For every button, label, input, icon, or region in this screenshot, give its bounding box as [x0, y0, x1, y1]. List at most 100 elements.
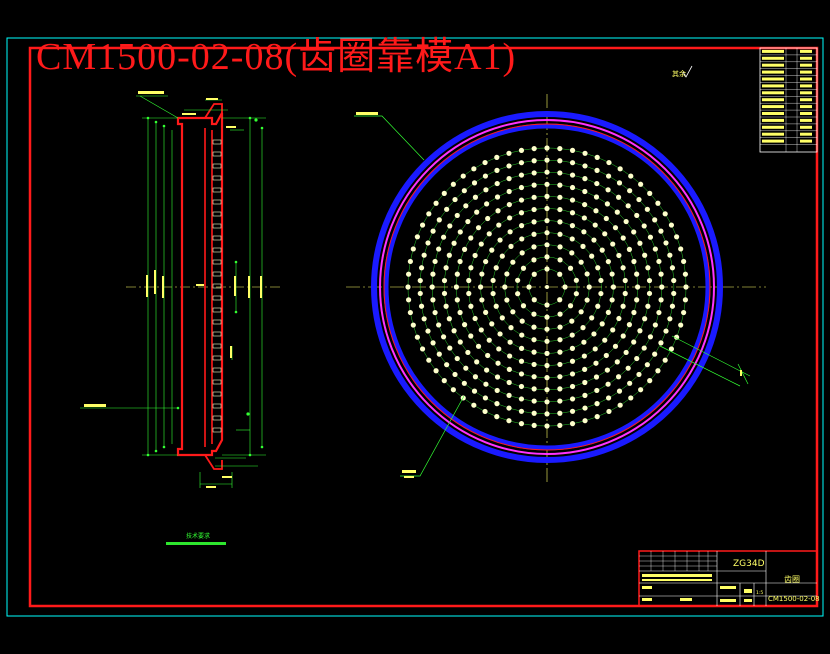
hole — [656, 258, 662, 265]
hole — [569, 250, 575, 256]
hole — [418, 303, 425, 309]
hole — [557, 297, 563, 303]
hole — [557, 244, 563, 250]
wall-hole-mark — [212, 415, 222, 421]
hole — [557, 374, 563, 380]
wall-hole-mark — [212, 139, 222, 145]
hole — [531, 145, 537, 152]
hole — [569, 408, 576, 414]
hole — [678, 246, 684, 252]
hole — [586, 284, 592, 290]
hole — [506, 201, 512, 208]
hole — [457, 258, 463, 265]
hole — [663, 328, 669, 334]
hole — [594, 154, 600, 160]
hole — [518, 358, 525, 364]
hole — [447, 345, 453, 351]
hole — [475, 343, 482, 349]
hole — [584, 271, 590, 277]
hole — [506, 392, 512, 398]
hole — [569, 358, 576, 364]
part-name-label: 齿圈 — [784, 575, 800, 584]
hole — [604, 367, 610, 373]
wall-hole-mark — [212, 307, 222, 313]
hole — [506, 379, 512, 386]
hole — [446, 252, 452, 258]
hole — [441, 277, 448, 284]
hole — [463, 203, 469, 209]
hole — [482, 395, 489, 401]
hole — [647, 234, 654, 240]
hole — [544, 218, 550, 224]
wall-hole-mark — [212, 391, 222, 397]
hole — [599, 321, 605, 327]
hole — [430, 228, 436, 234]
hole — [569, 147, 576, 153]
hole — [472, 252, 478, 259]
hole — [531, 349, 537, 355]
hole — [531, 311, 537, 317]
hole — [485, 352, 491, 359]
wall-hole-mark — [212, 223, 222, 229]
hole — [507, 229, 513, 235]
hole — [582, 163, 588, 169]
table-cell-text — [762, 56, 784, 60]
hole — [569, 184, 576, 191]
wall-hole-mark — [212, 235, 222, 241]
hole — [582, 392, 588, 398]
hole — [637, 328, 643, 334]
hole — [581, 215, 587, 221]
hole — [616, 180, 623, 186]
wall-hole-mark — [212, 259, 222, 265]
hole — [631, 339, 637, 345]
table-cell-value — [800, 84, 812, 88]
hole — [582, 188, 588, 195]
center-point — [545, 285, 549, 289]
hole — [452, 371, 458, 378]
hole — [518, 147, 525, 153]
front-leader-labels — [356, 112, 742, 478]
hole — [466, 290, 472, 297]
hole — [598, 277, 604, 284]
hole — [494, 414, 500, 420]
hole — [461, 188, 467, 194]
hole — [674, 234, 680, 240]
hole — [569, 223, 576, 229]
parameter-table-rows — [760, 48, 817, 152]
hole — [407, 258, 413, 265]
hole — [463, 365, 469, 371]
hole — [544, 205, 550, 212]
hole — [544, 169, 550, 175]
hole — [582, 379, 588, 386]
cad-drawing-canvas: 其余 技术要求 ZG34D 齿圈 CM1500-02-08 1:5 — [6, 37, 824, 617]
hole — [605, 187, 611, 193]
table-cell-text — [762, 118, 784, 122]
hole — [508, 243, 514, 249]
hole — [531, 398, 537, 404]
wall-hole-mark — [212, 319, 222, 325]
hole — [658, 228, 664, 234]
hole — [414, 234, 420, 240]
hole — [582, 405, 588, 411]
hole — [620, 303, 626, 309]
hole — [425, 328, 431, 334]
hole — [506, 366, 512, 373]
hole — [520, 303, 527, 309]
hole — [544, 350, 550, 356]
hole — [616, 388, 623, 394]
hole — [454, 271, 460, 277]
table-cell-text — [762, 63, 784, 67]
hole — [497, 237, 503, 243]
hole — [518, 172, 525, 178]
hole — [595, 303, 601, 309]
title-block-grid — [639, 551, 717, 571]
hole — [594, 414, 600, 420]
hole — [507, 339, 513, 345]
hole — [604, 201, 610, 207]
hole — [615, 374, 622, 380]
hole — [594, 167, 600, 173]
hole — [646, 277, 653, 284]
hole — [494, 154, 500, 160]
title-block-small-text — [642, 574, 752, 602]
hole — [531, 361, 537, 368]
